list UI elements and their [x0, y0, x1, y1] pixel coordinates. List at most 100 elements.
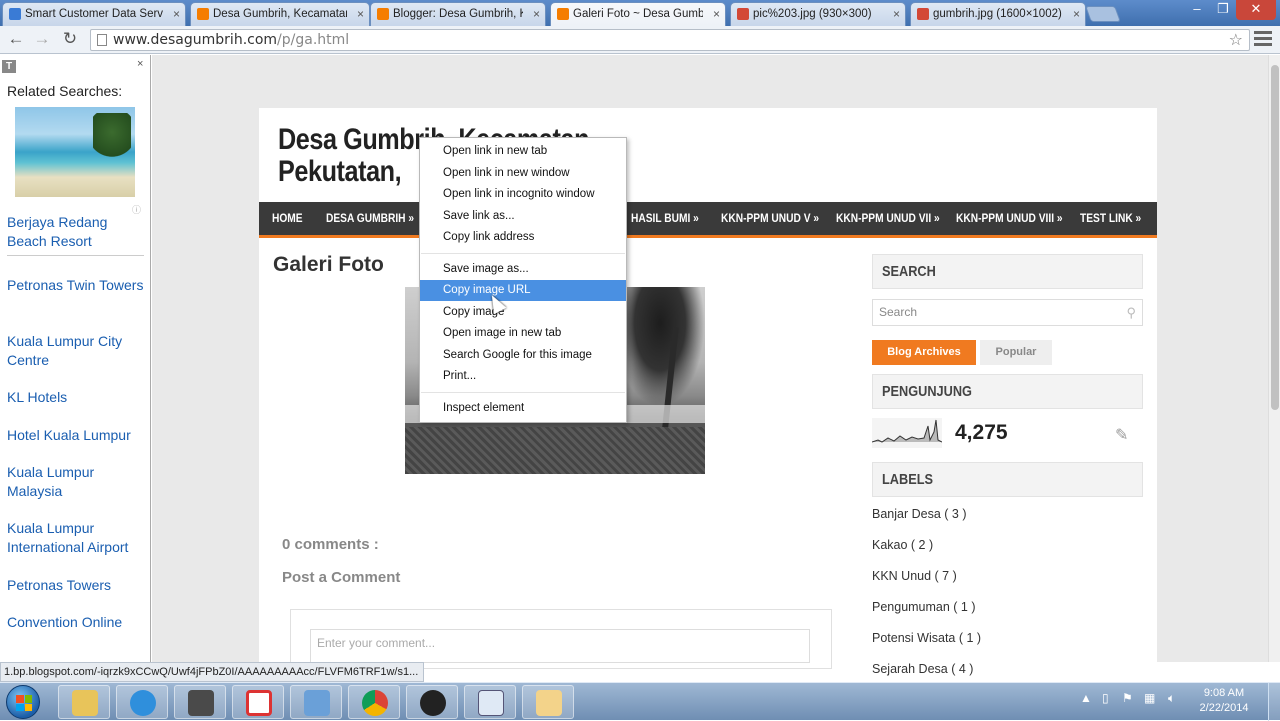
close-tab-icon[interactable]: × — [1073, 3, 1080, 25]
google-plus-icon — [917, 8, 929, 20]
ie-icon — [130, 690, 156, 716]
comment-input[interactable]: Enter your comment... — [310, 629, 810, 663]
taskbar-obs[interactable] — [406, 685, 458, 719]
context-menu: Open link in new tab Open link in new wi… — [419, 137, 627, 423]
menu-save-link-as[interactable]: Save link as... — [420, 206, 626, 227]
minimize-button[interactable]: – — [1184, 0, 1210, 20]
beach-thumbnail[interactable] — [15, 107, 135, 197]
nav-test-link[interactable]: TEST LINK » — [1080, 202, 1141, 235]
browser-tab-4[interactable]: Galeri Foto ~ Desa Gumbr × — [550, 2, 726, 26]
browser-tab-6[interactable]: gumbrih.jpg (1600×1002) × — [910, 2, 1086, 26]
search-icon[interactable]: ⚲ — [1126, 300, 1136, 325]
related-link[interactable]: Convention Online — [7, 613, 147, 632]
close-window-button[interactable]: ✕ — [1236, 0, 1276, 20]
chrome-menu-icon[interactable] — [1254, 31, 1272, 47]
related-link[interactable]: Kuala Lumpur Malaysia — [7, 463, 147, 501]
browser-tab-5[interactable]: pic%203.jpg (930×300) × — [730, 2, 906, 26]
label-link[interactable]: Sejarah Desa ( 4 ) — [872, 662, 973, 676]
tab-blog-archives[interactable]: Blog Archives — [872, 340, 976, 365]
menu-open-image-new-tab[interactable]: Open image in new tab — [420, 323, 626, 344]
close-tab-icon[interactable]: × — [357, 3, 364, 25]
visitor-sparkline — [872, 418, 942, 448]
related-link[interactable]: Kuala Lumpur City Centre — [7, 332, 147, 370]
tab-popular[interactable]: Popular — [980, 340, 1052, 365]
menu-copy-link-address[interactable]: Copy link address — [420, 227, 626, 248]
related-link[interactable]: Petronas Twin Towers — [7, 276, 147, 295]
tray-flag-icon[interactable]: ⚑ — [1122, 691, 1133, 705]
menu-save-image-as[interactable]: Save image as... — [420, 259, 626, 280]
menu-open-link-new-tab[interactable]: Open link in new tab — [420, 141, 626, 162]
label-link[interactable]: Kakao ( 2 ) — [872, 538, 933, 552]
menu-inspect-element[interactable]: Inspect element — [420, 398, 626, 419]
address-bar[interactable]: www.desagumbrih.com/p/ga.html ☆ — [90, 29, 1250, 51]
taskbar-paint[interactable] — [522, 685, 574, 719]
status-bar: 1.bp.blogspot.com/-iqrzk9xCCwQ/Uwf4jFPbZ… — [0, 662, 424, 682]
system-clock[interactable]: 9:08 AM 2/22/2014 — [1196, 686, 1252, 716]
label-link[interactable]: Pengumuman ( 1 ) — [872, 600, 976, 614]
tray-network-icon[interactable]: ▦ — [1144, 691, 1155, 705]
url-path: /p/ga.html — [277, 32, 350, 48]
related-link[interactable]: KL Hotels — [7, 388, 147, 407]
tray-expand-icon[interactable]: ▲ — [1080, 691, 1092, 705]
maximize-button[interactable]: ❐ — [1210, 0, 1236, 20]
close-tab-icon[interactable]: × — [893, 3, 900, 25]
related-link[interactable]: Berjaya Redang Beach Resort — [7, 213, 147, 251]
search-placeholder: Search — [879, 305, 918, 319]
heading-text: SEARCH — [882, 263, 936, 280]
reload-icon[interactable]: ↻ — [60, 29, 80, 49]
comments-count: 0 comments : — [282, 536, 379, 553]
menu-open-link-incognito[interactable]: Open link in incognito window — [420, 184, 626, 205]
heading-text: LABELS — [882, 471, 933, 488]
nav-desa-gumbrih[interactable]: DESA GUMBRIH » — [326, 202, 414, 235]
taskbar-notepad[interactable] — [464, 685, 516, 719]
menu-separator — [421, 392, 625, 393]
taskbar-red-app[interactable] — [232, 685, 284, 719]
labels-widget-heading: LABELS — [872, 462, 1143, 497]
browser-tab-1[interactable]: Smart Customer Data Serv × — [2, 2, 186, 26]
label-link[interactable]: KKN Unud ( 7 ) — [872, 569, 957, 583]
nav-kkn-viii[interactable]: KKN-PPM UNUD VIII » — [956, 202, 1063, 235]
nav-kkn-vii[interactable]: KKN-PPM UNUD VII » — [836, 202, 940, 235]
nav-hasil-bumi[interactable]: HASIL BUMI » — [631, 202, 699, 235]
taskbar-file-explorer[interactable] — [58, 685, 110, 719]
label-link[interactable]: Potensi Wisata ( 1 ) — [872, 631, 981, 645]
blogger-icon — [557, 8, 569, 20]
close-tab-icon[interactable]: × — [533, 3, 540, 25]
wrench-icon[interactable]: ✎ — [1115, 425, 1128, 445]
taskbar-control-panel[interactable] — [290, 685, 342, 719]
taskbar-media-player[interactable] — [174, 685, 226, 719]
menu-open-link-new-window[interactable]: Open link in new window — [420, 163, 626, 184]
menu-print[interactable]: Print... — [420, 366, 626, 387]
tray-device-icon[interactable]: ▯ — [1102, 691, 1109, 705]
start-button[interactable] — [6, 685, 40, 719]
close-panel-icon[interactable]: × — [137, 58, 143, 70]
back-arrow-icon[interactable]: ← — [6, 29, 26, 49]
close-tab-icon[interactable]: × — [713, 3, 720, 25]
label-link[interactable]: Banjar Desa ( 3 ) — [872, 507, 966, 521]
taskbar-chrome[interactable] — [348, 685, 400, 719]
browser-tab-2[interactable]: Desa Gumbrih, Kecamatan × — [190, 2, 370, 26]
paint-icon — [536, 690, 562, 716]
search-input[interactable]: Search ⚲ — [872, 299, 1143, 326]
tray-volume-icon[interactable]: 🔈︎ — [1168, 691, 1175, 706]
close-tab-icon[interactable]: × — [173, 3, 180, 25]
menu-search-google-image[interactable]: Search Google for this image — [420, 345, 626, 366]
windows-taskbar: ▲ ▯ ⚑ ▦ 🔈︎ 9:08 AM 2/22/2014 — [0, 682, 1280, 721]
nav-kkn-v[interactable]: KKN-PPM UNUD V » — [721, 202, 819, 235]
panel-badge: T — [2, 60, 16, 73]
browser-tab-3[interactable]: Blogger: Desa Gumbrih, K × — [370, 2, 546, 26]
scrollbar-thumb[interactable] — [1271, 65, 1279, 410]
related-link[interactable]: Kuala Lumpur International Airport — [7, 519, 147, 557]
forward-arrow-icon[interactable]: → — [32, 29, 52, 49]
menu-copy-image-url[interactable]: Copy image URL — [420, 280, 626, 301]
new-tab-button[interactable] — [1085, 6, 1121, 22]
vertical-scrollbar[interactable] — [1268, 55, 1280, 662]
bookmark-star-icon[interactable]: ☆ — [1229, 30, 1243, 50]
menu-copy-image[interactable]: Copy image — [420, 302, 626, 323]
show-desktop-button[interactable] — [1268, 683, 1280, 721]
related-link[interactable]: Hotel Kuala Lumpur — [7, 426, 147, 445]
taskbar-internet-explorer[interactable] — [116, 685, 168, 719]
browser-toolbar: ← → ↻ www.desagumbrih.com/p/ga.html ☆ — [0, 26, 1280, 54]
related-link[interactable]: Petronas Towers — [7, 576, 147, 595]
nav-home[interactable]: HOME — [272, 202, 303, 235]
